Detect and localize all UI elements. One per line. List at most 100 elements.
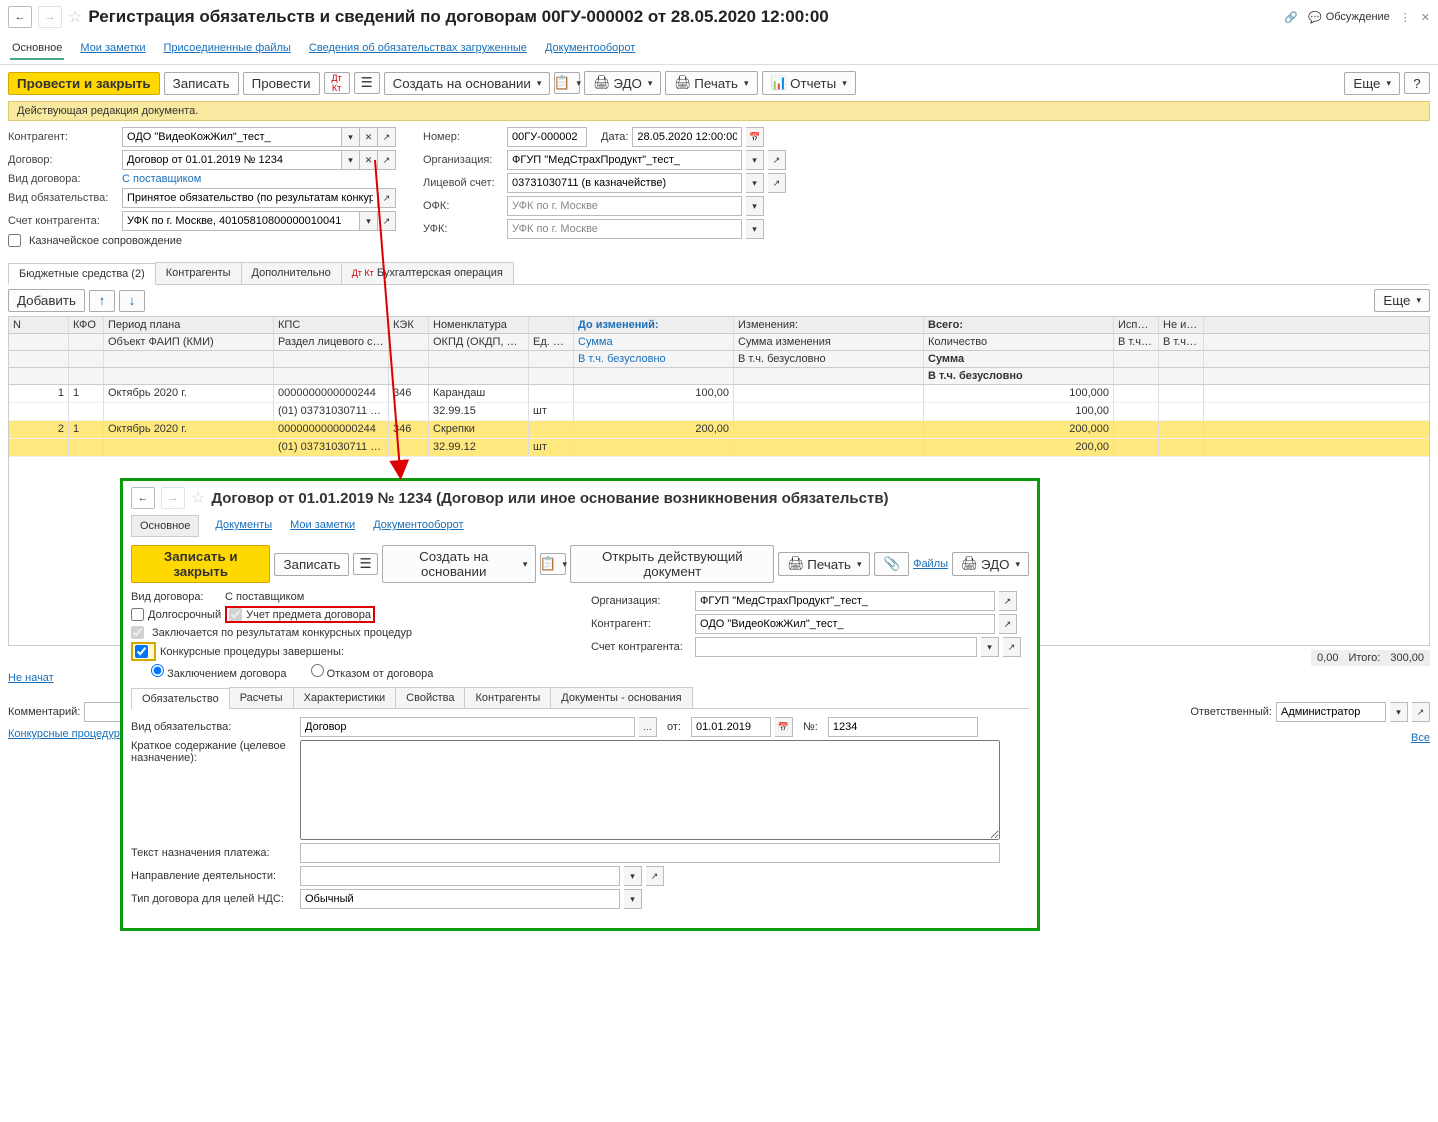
dolg-checkbox[interactable]	[131, 608, 144, 621]
ov-kontr-input[interactable]	[695, 614, 995, 634]
copy-button[interactable]: 📋	[554, 72, 580, 94]
kontragent-input[interactable]	[122, 127, 342, 147]
otchety-button[interactable]: 📊 Отчеты	[762, 71, 856, 95]
dropdown-icon[interactable]: ▾	[981, 637, 999, 657]
subtab-budget[interactable]: Бюджетные средства (2)	[8, 263, 156, 285]
ov-zap-button[interactable]: Записать	[274, 553, 349, 576]
ov-copy-button[interactable]: 📋	[540, 553, 566, 575]
ov-back-button[interactable]: ←	[131, 487, 155, 509]
ov-clip-button[interactable]: 📎	[874, 552, 909, 576]
ov-edo-button[interactable]: 🖨 ЭДО	[952, 552, 1029, 576]
ov-tab-zam[interactable]: Мои заметки	[288, 515, 357, 537]
tab-osnovnoe[interactable]: Основное	[10, 38, 64, 60]
ov-files-link[interactable]: Файлы	[913, 558, 948, 570]
clear-icon[interactable]: ✕	[360, 127, 378, 147]
ov-org-input[interactable]	[695, 591, 995, 611]
ov-fwd-button[interactable]: →	[161, 487, 185, 509]
close-icon[interactable]: ✕	[1421, 11, 1430, 24]
ov-pech-button[interactable]: 🖨 Печать	[778, 552, 870, 576]
ov-list-button[interactable]: ☰	[353, 553, 377, 575]
ov-tab-doc[interactable]: Документы	[213, 515, 274, 537]
nav-back-button[interactable]: ←	[8, 6, 32, 28]
dtab-dob[interactable]: Документы - основания	[550, 687, 692, 708]
discuss-button[interactable]: 💬 Обсуждение	[1308, 11, 1390, 24]
open-icon[interactable]: ↗	[999, 614, 1017, 634]
dtab-ko[interactable]: Контрагенты	[464, 687, 551, 708]
table-row[interactable]: (01) 03731030711 (в казначействе) 32.99.…	[9, 403, 1429, 421]
ofk-input[interactable]	[507, 196, 742, 216]
zapisat-button[interactable]: Записать	[164, 72, 239, 95]
tab-files[interactable]: Присоединенные файлы	[161, 38, 292, 60]
dropdown-icon[interactable]: ▾	[360, 211, 378, 231]
dogovor-input[interactable]	[122, 150, 342, 170]
dropdown-icon[interactable]: ▾	[624, 866, 642, 886]
provesti-button[interactable]: Провести	[243, 72, 320, 95]
pechat-button[interactable]: 🖨 Печать	[665, 71, 757, 95]
r1-radio[interactable]	[151, 664, 164, 677]
dropdown-icon[interactable]: ▾	[342, 150, 360, 170]
kebab-icon[interactable]: ⋮	[1400, 11, 1411, 24]
star-icon[interactable]: ☆	[191, 488, 205, 508]
tab-doc[interactable]: Документооборот	[543, 38, 637, 60]
vse-link[interactable]: Все	[1411, 732, 1430, 744]
open-icon[interactable]: ↗	[1412, 702, 1430, 722]
sozdat-button[interactable]: Создать на основании	[384, 72, 551, 95]
open-icon[interactable]: ↗	[378, 127, 396, 147]
dtab-sv[interactable]: Свойства	[395, 687, 465, 708]
dtab-ras[interactable]: Расчеты	[229, 687, 294, 708]
open-icon[interactable]: ↗	[768, 150, 786, 170]
r2-radio[interactable]	[311, 664, 324, 677]
table-row[interactable]: 2 1 Октябрь 2020 г. 0000000000000244 346…	[9, 421, 1429, 439]
komm-input[interactable]	[84, 702, 124, 722]
otv-input[interactable]	[1276, 702, 1386, 722]
konkz-checkbox[interactable]	[135, 645, 148, 658]
open-icon[interactable]: ↗	[999, 591, 1017, 611]
up-button[interactable]: ↑	[89, 290, 115, 312]
help-button[interactable]: ?	[1404, 72, 1430, 94]
krat-textarea[interactable]	[300, 740, 1000, 840]
napr-input[interactable]	[300, 866, 620, 886]
org-input[interactable]	[507, 150, 742, 170]
dropdown-icon[interactable]: ▾	[746, 150, 764, 170]
ot-input[interactable]	[691, 717, 771, 737]
ov-zapzak-button[interactable]: Записать и закрыть	[131, 545, 270, 583]
ov-soz-button[interactable]: Создать на основании	[382, 545, 537, 583]
dtki-button[interactable]: ДтКт	[324, 72, 350, 94]
list-icon-button[interactable]: ☰	[354, 72, 380, 94]
more-icon[interactable]: …	[639, 717, 657, 737]
schet-input[interactable]	[122, 211, 360, 231]
clear-icon[interactable]: ✕	[360, 150, 378, 170]
open-icon[interactable]: ↗	[646, 866, 664, 886]
nenacha-link[interactable]: Не начат	[8, 672, 54, 684]
ov-tab-doco[interactable]: Документооборот	[371, 515, 465, 537]
konkurs-link[interactable]: Конкурсные процедуры	[8, 728, 128, 740]
ov-schet-input[interactable]	[695, 637, 977, 657]
subtab-kontr[interactable]: Контрагенты	[155, 262, 242, 284]
esche-button[interactable]: Еще	[1344, 72, 1400, 95]
open-icon[interactable]: ↗	[378, 188, 396, 208]
kazna-checkbox[interactable]	[8, 234, 21, 247]
nav-fwd-button[interactable]: →	[38, 6, 62, 28]
dropdown-icon[interactable]: ▾	[1390, 702, 1408, 722]
vid-ob-input[interactable]	[122, 188, 378, 208]
open-icon[interactable]: ↗	[1003, 637, 1021, 657]
edo-button[interactable]: 🖨 ЭДО	[584, 71, 661, 95]
nomer-input[interactable]	[507, 127, 587, 147]
dropdown-icon[interactable]: ▾	[624, 889, 642, 909]
open-icon[interactable]: ↗	[378, 150, 396, 170]
grid-esche-button[interactable]: Еще	[1374, 289, 1430, 312]
subtab-buh[interactable]: Дт Кт Бухгалтерская операция	[341, 262, 514, 284]
add-button[interactable]: Добавить	[8, 289, 85, 312]
data-input[interactable]	[632, 127, 742, 147]
ov-tab-osn[interactable]: Основное	[131, 515, 199, 537]
calendar-icon[interactable]: 📅	[775, 717, 793, 737]
dropdown-icon[interactable]: ▾	[746, 219, 764, 239]
dropdown-icon[interactable]: ▾	[746, 173, 764, 193]
no-input[interactable]	[828, 717, 978, 737]
tekst-input[interactable]	[300, 843, 1000, 863]
ov-otkr-button[interactable]: Открыть действующий документ	[570, 545, 774, 583]
open-icon[interactable]: ↗	[378, 211, 396, 231]
calendar-icon[interactable]: 📅	[746, 127, 764, 147]
star-icon[interactable]: ☆	[68, 7, 82, 27]
lic-input[interactable]	[507, 173, 742, 193]
